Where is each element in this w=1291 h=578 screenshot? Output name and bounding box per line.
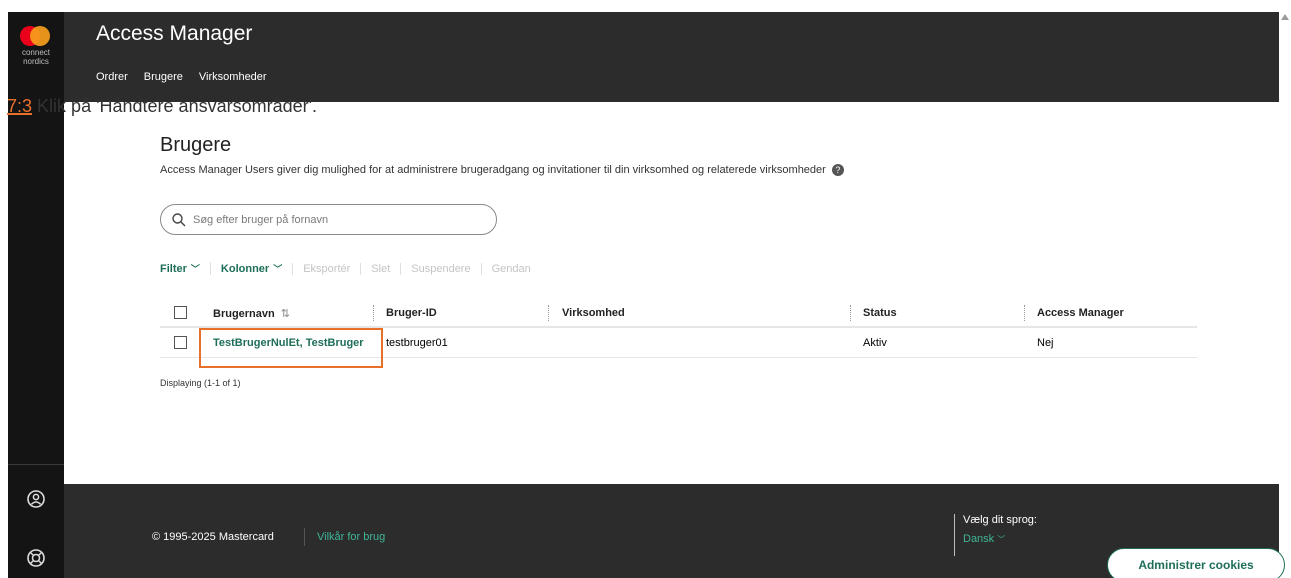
- connect-nordics-logo[interactable]: connect nordics: [20, 26, 52, 74]
- access-manager-cell: Nej: [1037, 337, 1054, 349]
- logo-text: connect nordics: [16, 48, 56, 66]
- column-header-name[interactable]: Brugernavn ⇅: [213, 307, 290, 320]
- logo-text-line2: nordics: [23, 57, 49, 66]
- restore-button[interactable]: Gendan: [480, 262, 541, 275]
- table-header-row: Brugernavn ⇅ Bruger-ID Virksomhed Status …: [160, 298, 1197, 328]
- step-instruction: 7:3 Klik på 'Håndtere ansvarsområder'.: [7, 96, 317, 117]
- sidebar-divider: [8, 464, 64, 465]
- page-description: Access Manager Users giver dig mulighed …: [160, 164, 844, 177]
- column-resize-handle[interactable]: [373, 305, 374, 321]
- table-toolbar: Filter ﹀ Kolonner ﹀ Eksportér Slet Suspend…: [160, 262, 541, 275]
- user-id-cell: testbruger01: [386, 337, 448, 349]
- nav-item-virksomheder[interactable]: Virksomheder: [199, 71, 267, 83]
- column-header-status[interactable]: Status: [863, 307, 897, 319]
- step-text: Klik på 'Håndtere ansvarsområder'.: [37, 96, 318, 116]
- delete-button[interactable]: Slet: [360, 262, 400, 275]
- status-cell: Aktiv: [863, 337, 887, 349]
- user-profile-icon[interactable]: [25, 488, 47, 510]
- copyright-text: © 1995-2025 Mastercard: [152, 531, 274, 543]
- scroll-up-arrow-icon[interactable]: [1281, 14, 1289, 20]
- sort-icon[interactable]: ⇅: [281, 308, 290, 320]
- page-description-text: Access Manager Users giver dig mulighed …: [160, 164, 826, 176]
- chevron-down-icon: ﹀: [273, 264, 283, 274]
- footer-divider: [304, 528, 305, 546]
- search-icon: [172, 213, 186, 227]
- column-header-company[interactable]: Virksomhed: [562, 307, 625, 319]
- filter-label: Filter: [160, 263, 187, 275]
- search-input[interactable]: Søg efter bruger på fornavn: [160, 204, 497, 235]
- step-number[interactable]: 7:3: [7, 96, 32, 116]
- nav-item-ordrer[interactable]: Ordrer: [96, 71, 128, 83]
- step-highlight-box: [199, 328, 383, 368]
- search-placeholder: Søg efter bruger på fornavn: [193, 214, 329, 226]
- export-button[interactable]: Eksportér: [292, 262, 360, 275]
- page-scrollbar[interactable]: [1279, 12, 1291, 578]
- filter-dropdown[interactable]: Filter ﹀: [160, 262, 210, 275]
- chevron-down-icon: ﹀: [997, 535, 1006, 544]
- pagination-status: Displaying (1-1 of 1): [160, 378, 241, 388]
- chevron-down-icon: ﹀: [190, 264, 200, 274]
- help-question-icon[interactable]: ?: [831, 164, 844, 177]
- logo-orange-circle: [30, 26, 50, 46]
- page-title: Brugere: [160, 134, 232, 156]
- suspend-button[interactable]: Suspendere: [400, 262, 480, 275]
- row-checkbox[interactable]: [174, 336, 187, 349]
- manage-cookies-button[interactable]: Administrer cookies: [1107, 548, 1285, 578]
- column-resize-handle[interactable]: [850, 305, 851, 321]
- column-header-access-manager[interactable]: Access Manager: [1037, 307, 1124, 319]
- app-title: Access Manager: [96, 22, 253, 45]
- column-resize-handle[interactable]: [548, 305, 549, 321]
- nav-item-brugere[interactable]: Brugere: [144, 71, 183, 83]
- language-value: Dansk: [963, 533, 995, 545]
- page: connect nordics Access Manager Ordrer Br…: [0, 0, 1291, 578]
- columns-dropdown[interactable]: Kolonner ﹀: [209, 262, 292, 275]
- terms-link[interactable]: Vilkår for brug: [317, 531, 385, 543]
- logo-text-line1: connect: [21, 48, 51, 57]
- language-label: Vælg dit sprog:: [963, 514, 1037, 526]
- page-footer: © 1995-2025 Mastercard Vilkår for brug V…: [64, 484, 1279, 578]
- main-nav: Ordrer Brugere Virksomheder: [96, 71, 267, 83]
- column-header-id[interactable]: Bruger-ID: [386, 307, 437, 319]
- language-selector: Vælg dit sprog: Dansk ﹀: [954, 514, 1037, 556]
- select-all-checkbox[interactable]: [174, 306, 187, 319]
- columns-label: Kolonner: [220, 263, 270, 275]
- language-dropdown[interactable]: Dansk ﹀: [963, 533, 1037, 545]
- column-resize-handle[interactable]: [1024, 305, 1025, 321]
- column-header-name-label: Brugernavn: [213, 308, 275, 320]
- help-lifebuoy-icon[interactable]: [25, 547, 47, 569]
- top-strip: [0, 0, 1291, 12]
